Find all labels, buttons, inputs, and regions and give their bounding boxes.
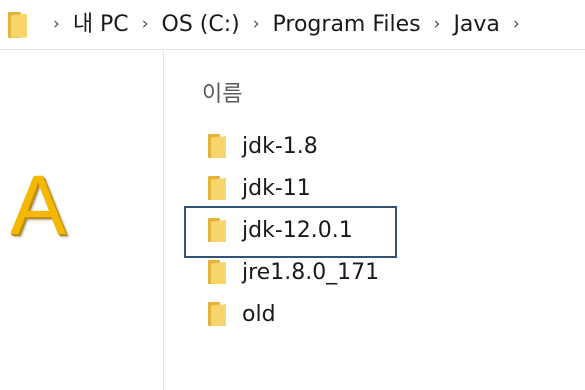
breadcrumb-separator-icon[interactable]: ›	[253, 16, 260, 33]
list-item-jdk-11[interactable]: jdk-11	[184, 167, 584, 209]
folder-icon	[208, 134, 226, 158]
breadcrumb-program-files[interactable]: Program Files	[273, 13, 421, 36]
list-item-old[interactable]: old	[184, 293, 584, 335]
breadcrumb-separator-icon[interactable]: ›	[142, 16, 149, 33]
breadcrumb-os-drive[interactable]: OS (C:)	[162, 13, 240, 36]
file-name: jre1.8.0_171	[242, 259, 380, 285]
list-item-jre1-8-0-171[interactable]: jre1.8.0_171	[184, 251, 584, 293]
file-name: jdk-11	[242, 175, 311, 201]
folder-icon	[208, 260, 226, 284]
breadcrumb-this-pc[interactable]: 내 PC	[73, 13, 129, 36]
breadcrumb-java[interactable]: Java	[453, 13, 499, 36]
list-item-jdk-1-8[interactable]: jdk-1.8	[184, 125, 584, 167]
address-bar[interactable]: › 내 PC › OS (C:) › Program Files › Java …	[0, 0, 585, 50]
file-list: jdk-1.8 jdk-11 jdk-12.0.1 jre1.8.0_171 o…	[184, 125, 584, 335]
annotation-letter: A	[10, 158, 67, 252]
list-item-jdk-12-0-1[interactable]: jdk-12.0.1	[184, 209, 584, 251]
folder-icon	[208, 302, 226, 326]
column-header-name[interactable]: 이름	[202, 76, 242, 108]
folder-icon	[8, 11, 28, 38]
breadcrumb-separator-icon[interactable]: ›	[434, 16, 441, 33]
folder-icon	[208, 176, 226, 200]
file-name: jdk-12.0.1	[242, 217, 353, 243]
file-name: jdk-1.8	[242, 133, 318, 159]
breadcrumb-separator-icon[interactable]: ›	[53, 16, 60, 33]
breadcrumb-separator-icon[interactable]: ›	[513, 16, 520, 33]
folder-icon	[208, 218, 226, 242]
file-name: old	[242, 301, 276, 327]
